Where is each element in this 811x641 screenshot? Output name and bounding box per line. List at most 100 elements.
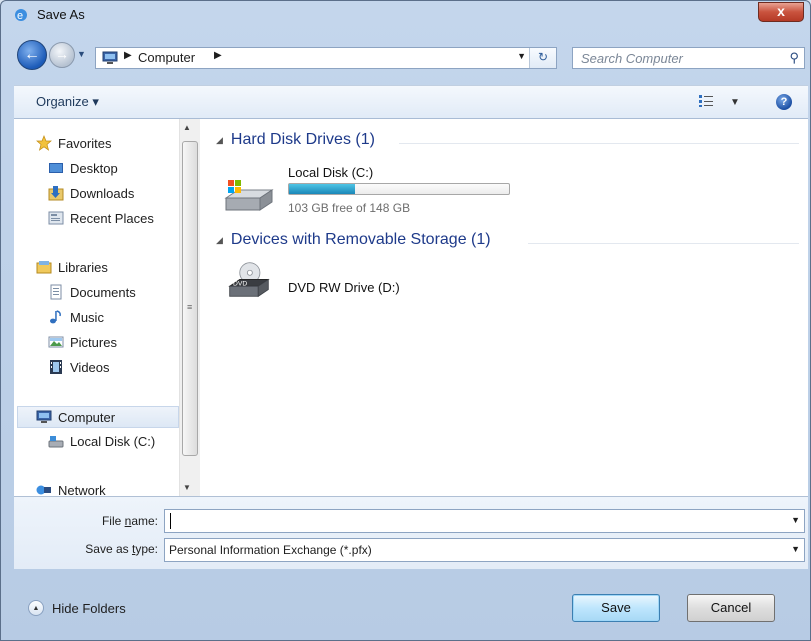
filename-input[interactable]: ▼ xyxy=(164,509,805,533)
window-title: Save As xyxy=(37,7,85,22)
navigation-pane: Favorites Desktop Downloads Recent Place… xyxy=(14,119,201,498)
nav-documents[interactable]: Documents xyxy=(48,282,136,302)
address-dropdown-icon[interactable]: ▼ xyxy=(517,51,526,61)
nav-computer-label: Computer xyxy=(58,409,116,425)
pictures-icon xyxy=(48,336,64,348)
nav-favorites[interactable]: Favorites xyxy=(36,133,111,153)
address-bar[interactable]: ▶ Computer ▶ ▼ ↻ xyxy=(95,47,557,69)
hide-folders-button[interactable]: ▲ Hide Folders xyxy=(28,600,126,616)
group-removable-storage[interactable]: ◢ Devices with Removable Storage (1) xyxy=(216,231,491,249)
back-arrow-icon: ← xyxy=(24,46,40,63)
filename-dropdown-icon[interactable]: ▼ xyxy=(791,515,800,525)
disk-free-text: 103 GB free of 148 GB xyxy=(288,201,411,215)
scrollbar-thumb[interactable]: ≡ xyxy=(182,141,198,456)
help-icon: ? xyxy=(780,96,788,108)
computer-icon xyxy=(102,51,118,64)
cancel-button[interactable]: Cancel xyxy=(687,594,775,622)
nav-local-disk-label: Local Disk (C:) xyxy=(70,433,156,449)
history-dropdown-icon[interactable]: ▼ xyxy=(77,49,86,59)
hard-drive-icon xyxy=(224,180,274,211)
help-button[interactable]: ? xyxy=(776,94,792,110)
local-disk-icon xyxy=(48,436,64,448)
filename-label: File name: xyxy=(101,514,158,528)
close-button[interactable]: x xyxy=(758,2,804,22)
network-icon xyxy=(36,485,51,495)
navigation-bar: ← → ▼ ▶ Computer ▶ ▼ ↻ Search Computer ⚲ xyxy=(1,37,810,75)
search-input[interactable]: Search Computer ⚲ xyxy=(572,47,805,69)
libraries-icon xyxy=(36,261,52,274)
savetype-label: Save as type: xyxy=(85,542,158,556)
collapse-triangle-icon[interactable]: ◢ xyxy=(216,135,223,146)
view-dropdown-icon[interactable]: ▼ xyxy=(730,97,740,108)
nav-recent-places[interactable]: Recent Places xyxy=(48,208,154,228)
nav-videos-label: Videos xyxy=(70,359,110,375)
dvd-drive-icon: DVD xyxy=(228,262,270,298)
nav-music[interactable]: Music xyxy=(48,307,104,327)
documents-icon xyxy=(50,284,62,300)
forward-arrow-icon: → xyxy=(55,46,69,62)
nav-pictures[interactable]: Pictures xyxy=(48,332,117,352)
nav-local-disk[interactable]: Local Disk (C:) xyxy=(48,431,155,451)
save-button[interactable]: Save xyxy=(572,594,660,622)
savetype-dropdown-icon[interactable]: ▼ xyxy=(791,544,800,554)
refresh-button[interactable]: ↻ xyxy=(529,48,556,68)
back-button[interactable]: ← xyxy=(17,40,47,70)
collapse-triangle-icon[interactable]: ◢ xyxy=(216,235,223,246)
group-divider xyxy=(528,243,799,244)
nav-desktop[interactable]: Desktop xyxy=(48,158,118,178)
videos-icon xyxy=(50,360,62,374)
computer-icon xyxy=(36,410,52,423)
nav-libraries-label: Libraries xyxy=(58,259,108,275)
organize-menu-button[interactable]: Organize ▾ xyxy=(36,94,99,110)
group-hard-disk-label: Hard Disk Drives (1) xyxy=(230,131,375,148)
refresh-icon: ↻ xyxy=(537,50,549,64)
grip-icon: ≡ xyxy=(187,302,193,312)
nav-recent-places-label: Recent Places xyxy=(70,210,154,226)
nav-network-label: Network xyxy=(58,482,106,498)
forward-button[interactable]: → xyxy=(49,42,75,68)
music-icon xyxy=(50,310,61,324)
nav-favorites-label: Favorites xyxy=(58,135,112,151)
disk-usage-bar xyxy=(288,183,510,195)
breadcrumb-computer[interactable]: Computer xyxy=(138,50,195,65)
internet-explorer-icon: e xyxy=(15,9,27,22)
nav-downloads[interactable]: Downloads xyxy=(48,183,134,203)
nav-videos[interactable]: Videos xyxy=(48,357,110,377)
nav-libraries[interactable]: Libraries xyxy=(36,257,108,277)
local-disk-name: Local Disk (C:) xyxy=(288,165,374,180)
text-caret xyxy=(170,513,171,529)
savetype-select[interactable]: Personal Information Exchange (*.pfx) ▼ xyxy=(164,538,805,562)
star-icon xyxy=(36,135,52,151)
scroll-down-icon[interactable]: ▼ xyxy=(183,483,191,492)
dvd-drive-name: DVD RW Drive (D:) xyxy=(288,280,400,295)
content-area: Favorites Desktop Downloads Recent Place… xyxy=(14,119,808,498)
group-hard-disk-drives[interactable]: ◢ Hard Disk Drives (1) xyxy=(216,131,375,149)
title-bar: e Save As x xyxy=(1,1,810,29)
save-fields: File name: ▼ Save as type: Personal Info… xyxy=(14,497,808,569)
disk-usage-fill xyxy=(289,184,355,194)
svg-text:DVD: DVD xyxy=(233,280,247,287)
group-divider xyxy=(399,143,799,144)
nav-music-label: Music xyxy=(70,309,104,325)
collapse-up-icon: ▲ xyxy=(28,600,44,616)
search-icon[interactable]: ⚲ xyxy=(789,50,799,66)
nav-computer[interactable]: Computer xyxy=(17,406,179,428)
breadcrumb-chevron-icon[interactable]: ▶ xyxy=(124,50,132,61)
change-view-button[interactable]: ▼ xyxy=(698,94,740,112)
recent-places-icon xyxy=(48,211,64,225)
navigation-pane-scrollbar[interactable]: ▲ ≡ ▼ xyxy=(179,119,200,496)
save-as-dialog: e Save As x ← → ▼ ▶ Computer ▶ ▼ ↻ Searc… xyxy=(0,0,811,641)
scroll-up-icon[interactable]: ▲ xyxy=(183,123,191,132)
search-placeholder: Search Computer xyxy=(581,51,683,66)
downloads-icon xyxy=(48,186,64,201)
svg-text:e: e xyxy=(17,10,23,22)
group-removable-label: Devices with Removable Storage (1) xyxy=(230,231,491,248)
nav-desktop-label: Desktop xyxy=(70,160,118,176)
file-list-pane: ◢ Hard Disk Drives (1) Local Disk (C:) 1… xyxy=(204,119,808,496)
close-icon: x xyxy=(777,3,785,19)
breadcrumb-chevron-icon[interactable]: ▶ xyxy=(214,50,222,61)
nav-downloads-label: Downloads xyxy=(70,185,135,201)
nav-documents-label: Documents xyxy=(70,284,136,300)
dialog-footer: ▲ Hide Folders Save Cancel xyxy=(1,574,810,640)
command-bar: Organize ▾ ▼ ? xyxy=(14,85,808,119)
